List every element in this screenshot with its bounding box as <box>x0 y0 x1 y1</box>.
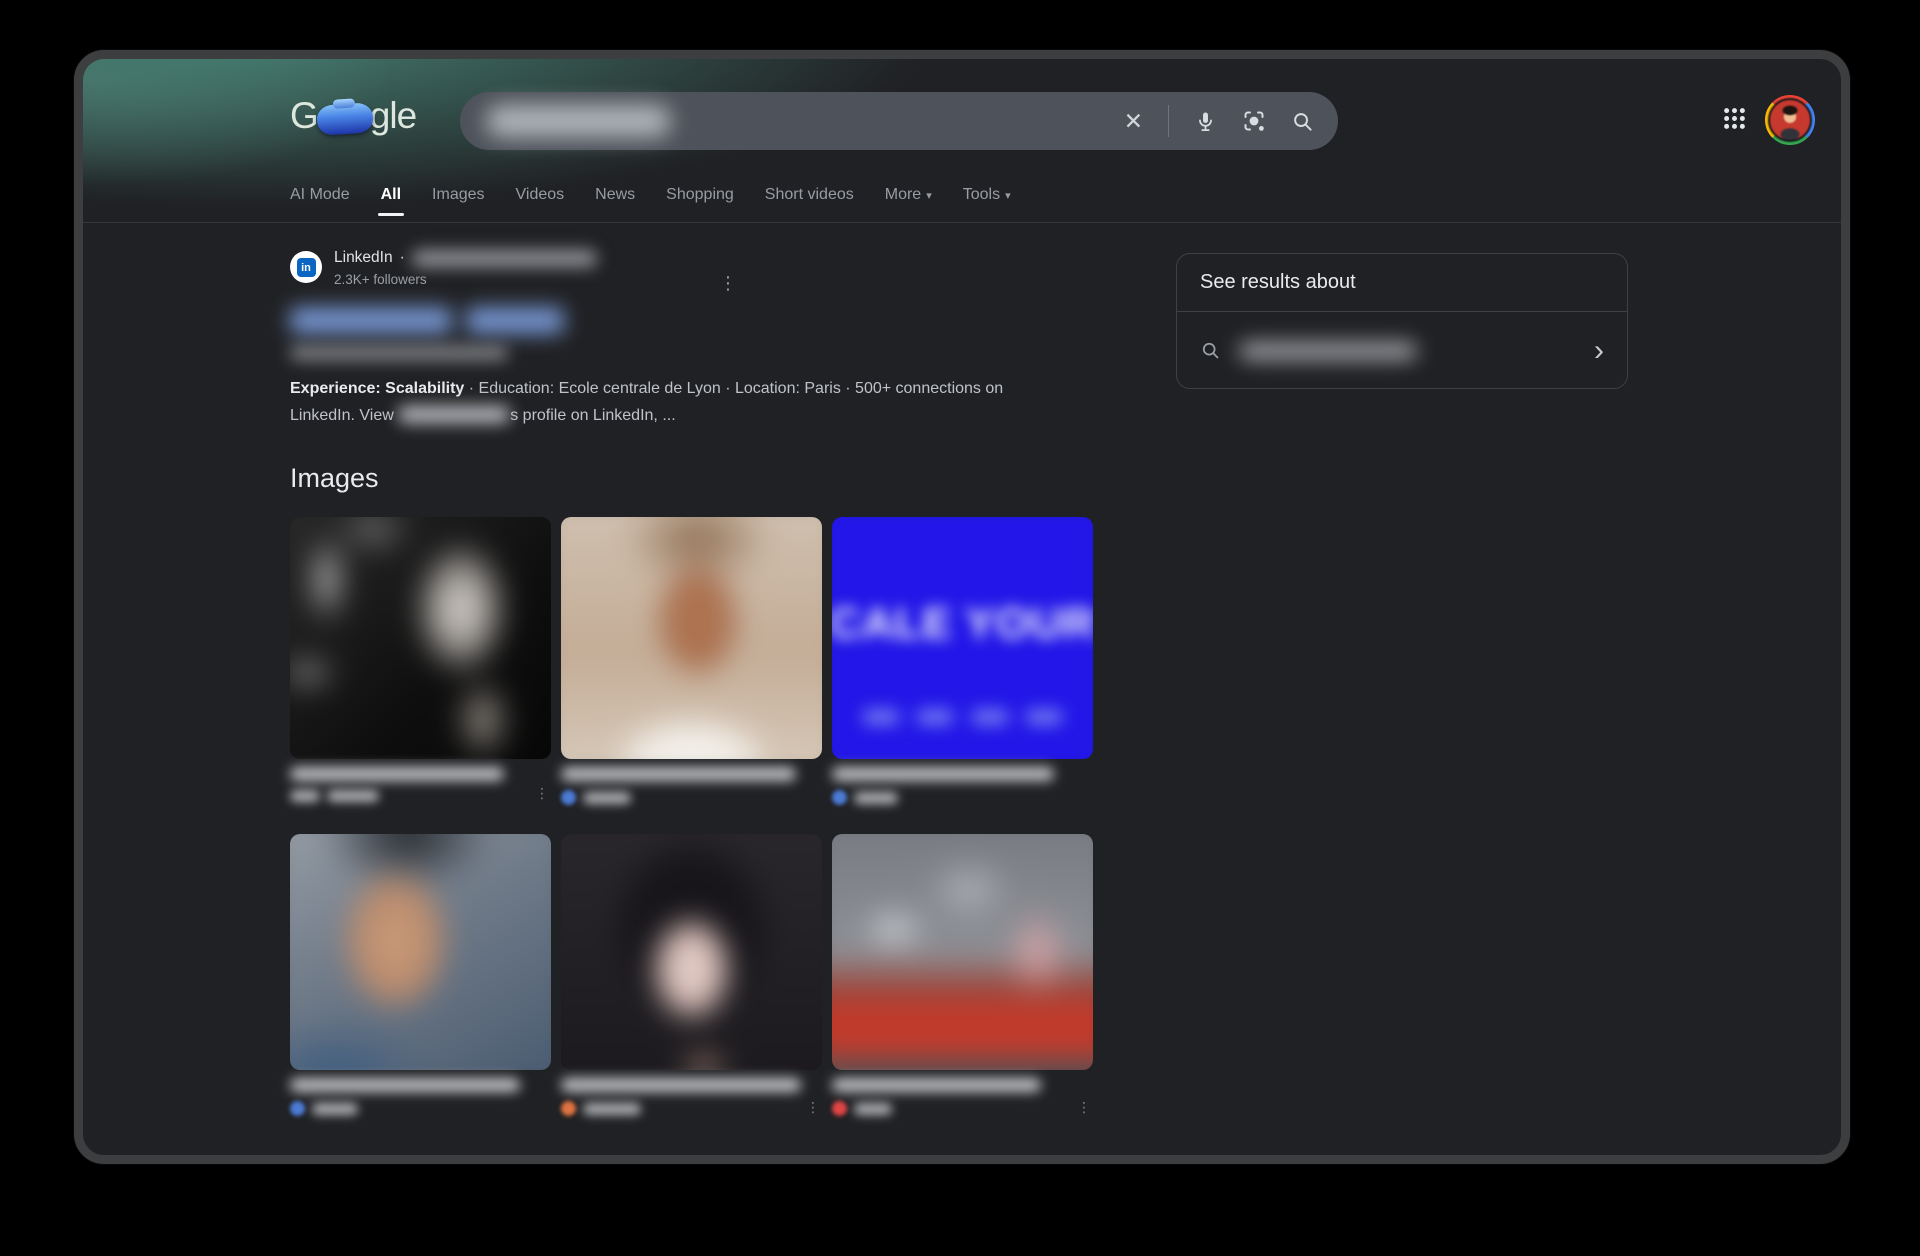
result-title-link-blurred[interactable] <box>290 307 1080 334</box>
snippet-after: s profile on LinkedIn, ... <box>510 407 675 424</box>
profile-avatar[interactable] <box>1765 95 1815 145</box>
search-result-linkedin: in LinkedIn · 2.3K+ followers ⋮ Experien… <box>290 249 1080 429</box>
image-caption: ⋮ <box>832 1078 1093 1116</box>
tab-more[interactable]: More▾ <box>885 182 932 218</box>
result-followers: 2.3K+ followers <box>334 272 597 287</box>
see-results-entity-row[interactable]: › <box>1177 312 1627 389</box>
image-result-4[interactable] <box>290 834 551 1116</box>
tab-short-videos[interactable]: Short videos <box>765 182 854 218</box>
tab-all[interactable]: All <box>381 182 401 218</box>
linkedin-favicon-small <box>832 790 847 805</box>
image-overlay-logos <box>832 709 1093 725</box>
image-caption <box>290 1078 551 1116</box>
result-source-row[interactable]: in LinkedIn · 2.3K+ followers ⋮ <box>290 249 1080 287</box>
image-thumbnail-blurred: CALE YOUR <box>832 517 1093 759</box>
linkedin-favicon-small <box>561 790 576 805</box>
result-url-blurred <box>412 250 597 267</box>
doodle-curling-stone-icon <box>316 102 374 136</box>
image-result-5[interactable]: ⋮ <box>561 834 822 1116</box>
source-favicon-small <box>561 1101 576 1116</box>
avatar-photo <box>1768 98 1812 142</box>
images-section-heading: Images <box>290 463 379 494</box>
snippet-bold: Experience: Scalability <box>290 380 464 397</box>
voice-search-icon[interactable] <box>1194 110 1217 133</box>
linkedin-favicon: in <box>290 251 322 283</box>
image-thumbnail-blurred <box>561 517 822 759</box>
browser-window: G gle ✕ <box>74 50 1850 1164</box>
search-bar-divider <box>1168 105 1169 137</box>
search-results-page: G gle ✕ <box>83 59 1841 1155</box>
see-results-about-title: See results about <box>1177 254 1627 311</box>
tabs-divider <box>83 222 1841 223</box>
image-more-options-icon[interactable]: ⋮ <box>806 1099 820 1116</box>
caret-down-icon: ▾ <box>926 190 932 202</box>
search-query-blurred <box>486 105 671 137</box>
image-more-options-icon[interactable]: ⋮ <box>535 785 549 802</box>
tab-ai-mode[interactable]: AI Mode <box>290 182 350 218</box>
image-result-6[interactable]: ⋮ <box>832 834 1093 1116</box>
search-submit-icon[interactable] <box>1291 110 1314 133</box>
image-result-3[interactable]: CALE YOUR <box>832 517 1093 805</box>
linkedin-favicon-small <box>290 1101 305 1116</box>
linkedin-logo-icon: in <box>297 258 316 277</box>
result-source-name: LinkedIn <box>334 249 393 267</box>
caret-down-icon: ▾ <box>1005 190 1011 202</box>
logo-text-right: gle <box>370 95 416 137</box>
image-caption: ⋮ <box>290 767 551 802</box>
result-more-options-icon[interactable]: ⋮ <box>719 273 737 294</box>
google-apps-grid-icon[interactable] <box>1721 105 1748 132</box>
search-icon <box>1200 340 1221 361</box>
clear-search-icon[interactable]: ✕ <box>1124 110 1143 133</box>
tab-shopping[interactable]: Shopping <box>666 182 734 218</box>
source-separator: · <box>400 249 405 267</box>
image-caption <box>561 767 822 805</box>
image-result-1[interactable]: ⋮ <box>290 517 551 805</box>
youtube-favicon-small <box>832 1101 847 1116</box>
image-overlay-text: CALE YOUR <box>832 599 1093 649</box>
image-results-grid: ⋮ CALE YOUR <box>290 517 1093 1116</box>
result-type-tabs: AI Mode All Images Videos News Shopping … <box>290 177 1011 223</box>
chevron-right-icon: › <box>1594 336 1604 366</box>
google-lens-icon[interactable] <box>1242 109 1266 133</box>
image-thumbnail-blurred <box>290 517 551 759</box>
image-caption <box>832 767 1093 805</box>
image-caption: ⋮ <box>561 1078 822 1116</box>
entity-name-blurred <box>1239 342 1417 360</box>
result-snippet: Experience: Scalability · Education: Eco… <box>290 375 1068 429</box>
search-input[interactable]: ✕ <box>460 92 1338 150</box>
image-more-options-icon[interactable]: ⋮ <box>1077 1099 1091 1116</box>
tab-news[interactable]: News <box>595 182 635 218</box>
image-thumbnail-blurred <box>832 834 1093 1070</box>
tab-videos[interactable]: Videos <box>516 182 565 218</box>
logo-text-left: G <box>290 95 318 137</box>
image-thumbnail-blurred <box>561 834 822 1070</box>
see-results-about-card: See results about › <box>1176 253 1628 389</box>
google-logo[interactable]: G gle <box>290 93 416 139</box>
tab-tools[interactable]: Tools▾ <box>963 182 1011 218</box>
tab-images[interactable]: Images <box>432 182 484 218</box>
image-thumbnail-blurred <box>290 834 551 1070</box>
image-result-2[interactable] <box>561 517 822 805</box>
snippet-name-blurred <box>398 406 510 423</box>
result-subtitle-blurred <box>290 346 508 360</box>
